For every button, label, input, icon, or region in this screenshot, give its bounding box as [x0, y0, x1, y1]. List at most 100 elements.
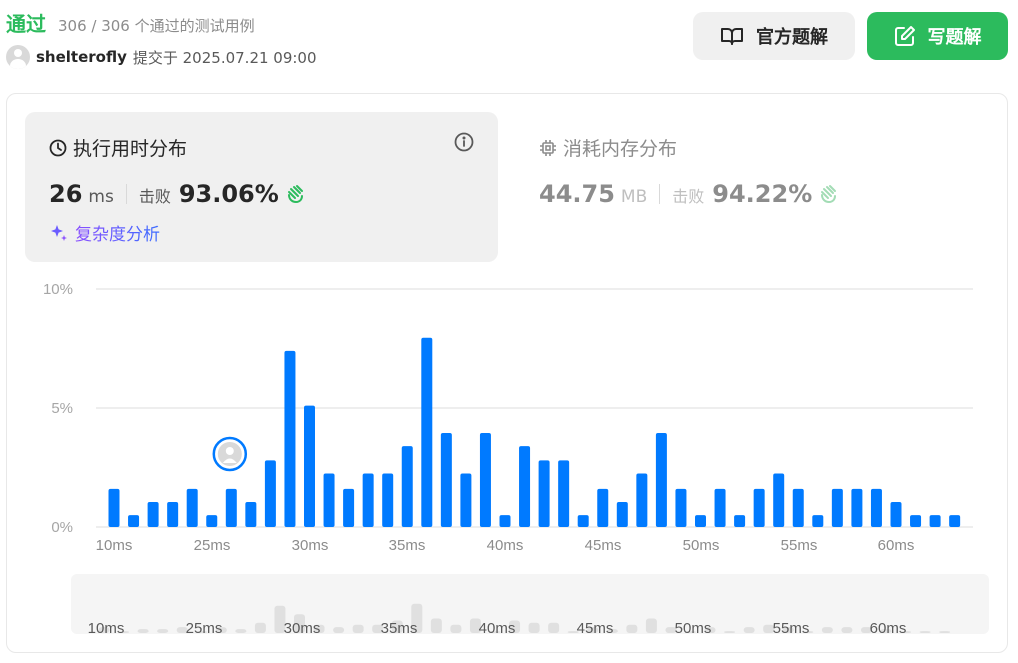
mini-bar: [919, 631, 931, 633]
bar[interactable]: [734, 515, 746, 527]
bar[interactable]: [421, 337, 433, 527]
x-tick-label: 30ms: [292, 537, 329, 554]
bar[interactable]: [910, 515, 922, 527]
bar[interactable]: [929, 515, 941, 527]
bar[interactable]: [460, 473, 472, 527]
x-tick-label: 50ms: [683, 537, 720, 554]
memory-panel[interactable]: 消耗内存分布 44.75 MB 击败 94.22%: [515, 112, 988, 262]
bar[interactable]: [167, 502, 179, 527]
bar[interactable]: [343, 488, 355, 527]
bar[interactable]: [323, 473, 335, 527]
bar[interactable]: [382, 473, 394, 527]
submission-status: 通过 306 / 306 个通过的测试用例: [6, 8, 255, 37]
memory-beats-label: 击败: [672, 187, 705, 206]
mini-x-tick-label: 40ms: [479, 620, 516, 637]
mini-x-tick-label: 25ms: [186, 620, 223, 637]
write-solution-label: 写题解: [927, 27, 982, 48]
x-tick-label: 35ms: [389, 537, 426, 554]
mini-bar: [430, 618, 442, 633]
mini-bar: [333, 627, 345, 633]
clock-icon: [49, 139, 67, 156]
bar[interactable]: [597, 488, 609, 527]
bar[interactable]: [440, 432, 452, 527]
mini-bar: [939, 631, 951, 633]
bar[interactable]: [636, 473, 648, 527]
bar[interactable]: [870, 488, 882, 527]
runtime-beats-label: 击败: [138, 187, 171, 206]
bar[interactable]: [792, 488, 804, 527]
mini-x-tick-label: 35ms: [381, 620, 418, 637]
runtime-metric: 26 ms 击败 93.06%: [49, 180, 307, 208]
bar[interactable]: [245, 502, 257, 527]
runtime-header: 执行用时分布: [49, 134, 187, 161]
chip-icon: [540, 139, 556, 156]
bar[interactable]: [225, 488, 237, 527]
bar[interactable]: [695, 515, 706, 527]
bar[interactable]: [558, 460, 570, 527]
hand-wave-icon: [287, 185, 303, 204]
bar[interactable]: [206, 515, 218, 527]
mini-bar: [352, 624, 364, 633]
y-tick-label: 10%: [43, 281, 73, 298]
bar[interactable]: [851, 488, 863, 527]
bar[interactable]: [519, 446, 531, 527]
memory-unit: MB: [620, 187, 648, 207]
mini-bar: [645, 618, 657, 633]
mini-bar: [724, 631, 736, 633]
bar[interactable]: [264, 460, 276, 527]
write-solution-button[interactable]: 写题解: [867, 12, 1008, 60]
username-link[interactable]: shelterofly: [36, 48, 127, 66]
metric-divider: [659, 184, 661, 204]
bar[interactable]: [128, 515, 140, 527]
mini-bar: [137, 629, 149, 633]
bar[interactable]: [773, 473, 785, 527]
mini-bar: [254, 622, 266, 633]
bar[interactable]: [362, 473, 374, 527]
bar[interactable]: [753, 488, 765, 527]
mini-bar: [528, 622, 540, 633]
mini-x-tick-label: 55ms: [773, 620, 810, 637]
bar[interactable]: [577, 515, 589, 527]
submitter-info: shelterofly 提交于 2025.07.21 09:00: [6, 45, 317, 69]
bar[interactable]: [147, 502, 159, 527]
avatar[interactable]: [6, 45, 30, 69]
status-title: 通过: [6, 12, 46, 36]
bar[interactable]: [812, 515, 824, 527]
bar[interactable]: [284, 350, 296, 527]
bar[interactable]: [479, 432, 491, 527]
x-tick-label: 60ms: [878, 537, 915, 554]
test-case-count: 306 / 306 个通过的测试用例: [58, 17, 255, 35]
bar[interactable]: [675, 488, 687, 527]
book-open-icon: [721, 28, 743, 45]
bar[interactable]: [714, 488, 726, 527]
mini-bar: [548, 622, 560, 633]
x-tick-label: 10ms: [96, 537, 133, 554]
complexity-analysis-link[interactable]: 复杂度分析: [49, 220, 160, 245]
runtime-panel[interactable]: 执行用时分布 26 ms 击败 93.06% 复杂度分析: [25, 112, 498, 262]
complexity-label: 复杂度分析: [75, 220, 160, 245]
bar[interactable]: [186, 488, 198, 527]
bar[interactable]: [108, 488, 120, 527]
your-submission-marker[interactable]: [212, 436, 248, 472]
memory-header: 消耗内存分布: [539, 134, 677, 161]
bar[interactable]: [401, 446, 413, 527]
mini-bar: [157, 629, 169, 633]
bar[interactable]: [949, 515, 961, 527]
bar[interactable]: [304, 405, 315, 527]
official-solution-button[interactable]: 官方题解: [693, 12, 855, 60]
bar[interactable]: [890, 502, 902, 527]
mini-bar: [743, 627, 755, 633]
bar[interactable]: [538, 460, 550, 527]
runtime-title: 执行用时分布: [73, 138, 188, 160]
runtime-beats-value: 93.06%: [178, 180, 279, 208]
bar[interactable]: [499, 515, 511, 527]
memory-metric: 44.75 MB 击败 94.22%: [539, 180, 840, 208]
memory-beats-value: 94.22%: [712, 180, 813, 208]
bar[interactable]: [831, 488, 843, 527]
bar[interactable]: [616, 502, 628, 527]
y-tick-label: 5%: [51, 400, 73, 417]
edit-icon: [894, 26, 915, 46]
info-icon[interactable]: [454, 132, 474, 152]
bar[interactable]: [655, 432, 667, 527]
x-tick-label: 25ms: [194, 537, 231, 554]
